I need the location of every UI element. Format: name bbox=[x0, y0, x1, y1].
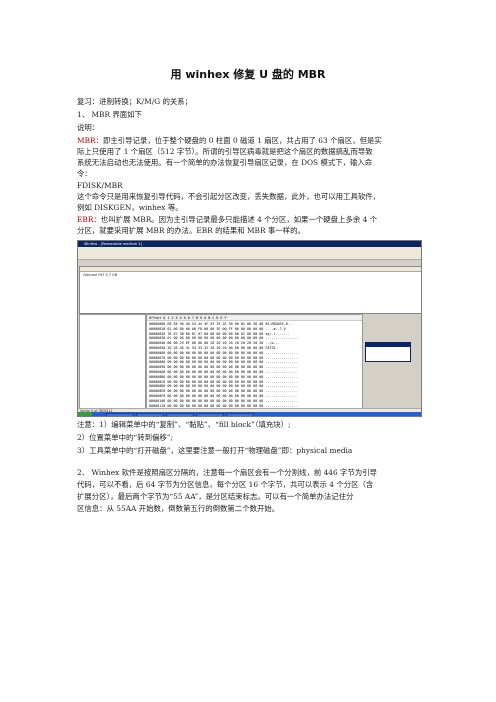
ebr-paragraph: EBR：也叫扩展 MBR。因为主引导记录最多只能描述 4 个分区，如果一个硬盘上… bbox=[77, 214, 420, 225]
note-line: 3）工具菜单中的“打开磁盘”，这里要注意一般打开“物理磁盘”即：physical… bbox=[77, 446, 353, 455]
taskbar-item bbox=[106, 412, 134, 416]
section2-line: 2、 Winhex 软件是按照扇区分隔的，注意每一个扇区会有一个分割线，前 44… bbox=[77, 468, 377, 477]
paragraph-line: 令： bbox=[77, 169, 92, 178]
section2-line: 代码，可以不看，后 64 字节为分区信息，每个分区 16 个字节，共可以表示 4… bbox=[77, 480, 374, 489]
file-entry: \Volume FAT 3.7 GB bbox=[83, 273, 118, 277]
start-button bbox=[78, 412, 92, 416]
file-list-pane: \Volume FAT 3.7 GB bbox=[79, 266, 421, 314]
taskbar-item bbox=[196, 412, 224, 416]
page-title: 用 winhex 修复 U 盘的 MBR bbox=[170, 68, 326, 81]
tab-strip bbox=[78, 260, 421, 265]
taskbar-item bbox=[226, 412, 254, 416]
paragraph-line: 际上只使用了 1 个扇区（512 字节）。所谓的引导区病毒就是把这个扇区的数据搞… bbox=[77, 147, 373, 156]
ebr-text: 也叫扩展 MBR。因为主引导记录最多只能描述 4 个分区，如果一个硬盘上多余 4… bbox=[100, 215, 378, 224]
mbr-term: MBR： bbox=[77, 136, 103, 145]
toolbar bbox=[78, 252, 421, 260]
note-line: 注意：1）编辑菜单中的“复制”、“黏贴”、“fill block”（填充块）; bbox=[77, 420, 291, 429]
paragraph-line: 这个命令只是用来恢复引导代码，不会引起分区改变，丢失数据，此外，也可以用工具软件… bbox=[77, 192, 381, 201]
hex-header-text: Offset 0 1 2 3 4 5 6 7 8 9 A B C D E F bbox=[149, 315, 227, 320]
review-line: 复习：进制转换；K/M/G 的关系； bbox=[77, 97, 193, 106]
winhex-screenshot: WinHex - [Removable medium 1] \Volume FA… bbox=[77, 240, 422, 417]
section2-line: 区信息：从 55AA 开始数，倒数第五行的倒数第二个数开始。 bbox=[77, 504, 280, 513]
info-left-panel bbox=[79, 314, 146, 410]
command-line: FDISK/MBR bbox=[77, 181, 123, 190]
paragraph-line: 例如 DISKGEN，winhex 等。 bbox=[77, 203, 183, 212]
info-right-panel bbox=[363, 314, 420, 408]
mbr-text: 即主引导记录，位于整个硬盘的 0 柱面 0 磁道 1 扇区，共占用了 63 个扇… bbox=[102, 136, 382, 145]
data-interpreter-box bbox=[365, 342, 411, 362]
hex-header: Offset 0 1 2 3 4 5 6 7 8 9 A B C D E F bbox=[147, 315, 362, 321]
paragraph-line: 系统无法启动也无法使用。有一个简单的办法恢复引导扇区记录，在 DOS 模式下，输… bbox=[77, 158, 373, 167]
window-title: WinHex - [Removable medium 1] bbox=[84, 242, 142, 246]
hex-editor-pane: Offset 0 1 2 3 4 5 6 7 8 9 A B C D E F 0… bbox=[146, 314, 363, 410]
section2-line: 扩展分区），最后两个字节为“55 AA”，是分区结束标志。可以有一个简单办法记住… bbox=[77, 492, 354, 501]
paragraph-line: 分区，就要采用扩展 MBR 的办法。EBR 的结果和 MBR 事一样的。 bbox=[77, 226, 305, 235]
document-page: 用 winhex 修复 U 盘的 MBR 复习：进制转换；K/M/G 的关系； … bbox=[0, 0, 496, 702]
taskbar bbox=[78, 412, 421, 416]
taskbar-item bbox=[166, 412, 194, 416]
taskbar-item bbox=[136, 412, 164, 416]
note-label: 说明： bbox=[77, 123, 100, 132]
ebr-term: EBR： bbox=[77, 215, 101, 224]
mbr-paragraph: MBR：即主引导记录，位于整个硬盘的 0 柱面 0 磁道 1 扇区，共占用了 6… bbox=[77, 135, 420, 146]
note-line: 2）位置菜单中的“转到偏移”; bbox=[77, 433, 174, 442]
section-heading: 1、 MBR 界面如下 bbox=[77, 110, 142, 119]
file-list-header bbox=[80, 267, 421, 272]
